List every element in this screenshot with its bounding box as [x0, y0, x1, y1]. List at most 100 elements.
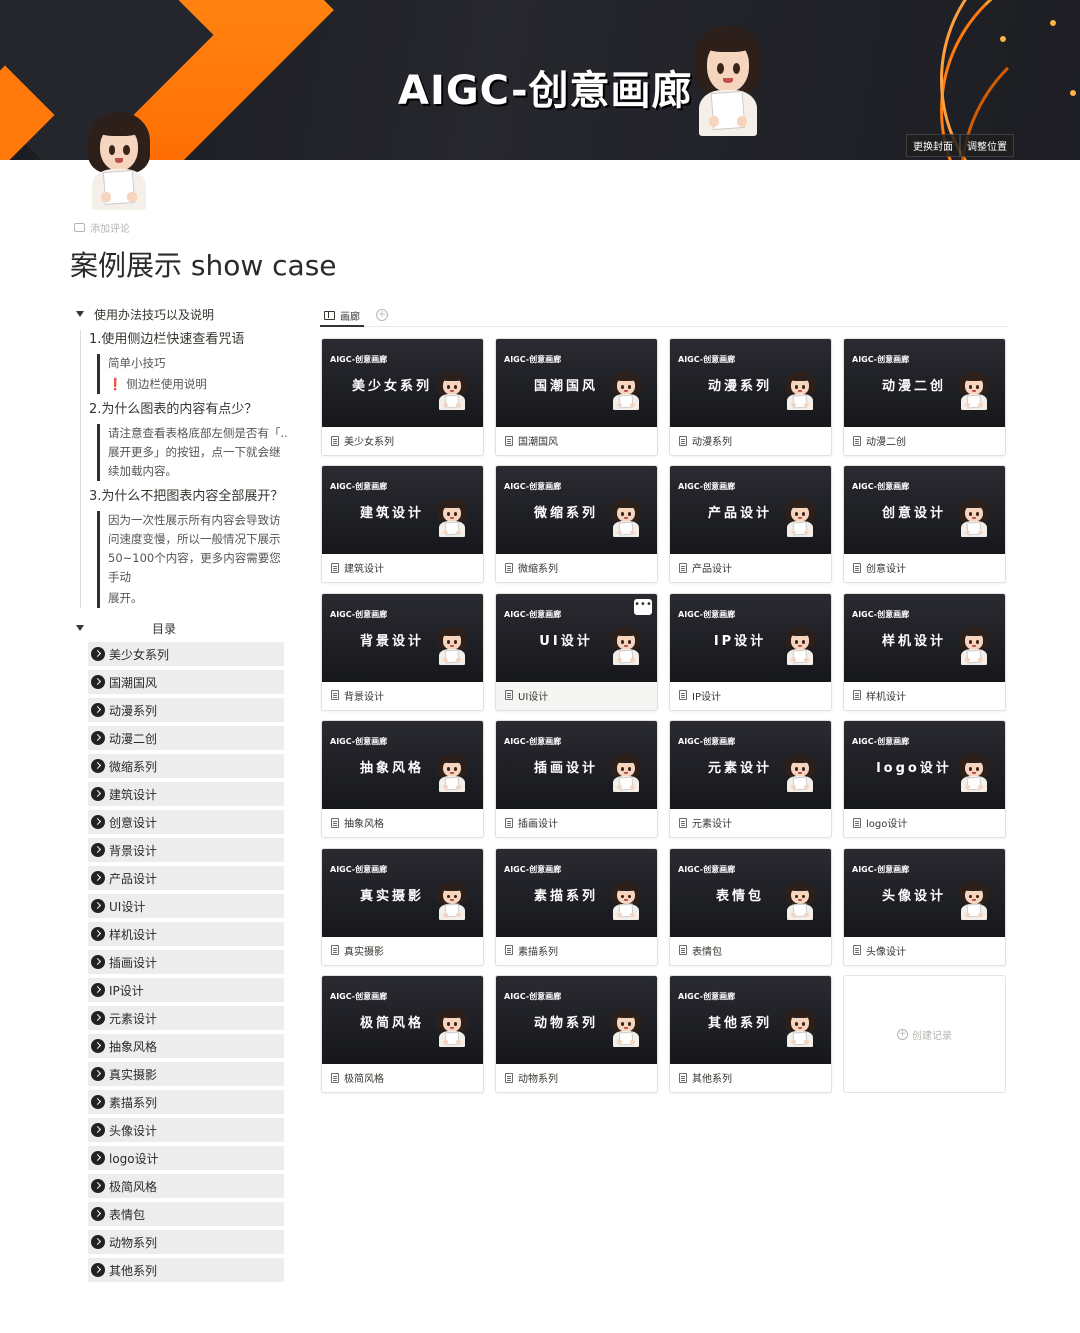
toc-item[interactable]: 元素设计 — [88, 1006, 284, 1030]
gallery-card[interactable]: AIGC-创意画廊 素描系列 素描系列 — [495, 847, 658, 966]
gallery-card[interactable]: AIGC-创意画廊 产品设计 产品设计 — [669, 465, 832, 584]
gallery-card[interactable]: AIGC-创意画廊 创意设计创意设计 — [843, 465, 1006, 584]
card-cover-brand: AIGC-创意画廊 — [330, 864, 388, 874]
card-name: 元素设计 — [692, 819, 732, 831]
gallery-card[interactable]: AIGC-创意画廊 其他系列 其他系列 — [669, 975, 832, 1093]
card-cover-image: AIGC-创意画廊 创意设计 — [844, 466, 1005, 555]
arrow-right-icon — [91, 983, 105, 997]
toc-item[interactable]: 真实摄影 — [88, 1062, 284, 1086]
gallery-card[interactable]: AIGC-创意画廊 国潮国风 国潮国风 — [495, 338, 658, 456]
gallery-card[interactable]: AIGC-创意画廊 插画设计 插画设计 — [495, 720, 658, 839]
sidebar-help-link[interactable]: 侧边栏使用说明 — [126, 377, 207, 391]
card-property: 动漫二创 — [853, 433, 906, 448]
toc-item[interactable]: 背景设计 — [88, 838, 284, 862]
toc-item[interactable]: 创意设计 — [88, 810, 284, 834]
toggle-triangle-icon[interactable] — [76, 311, 84, 317]
toc-item[interactable]: 极简风格 — [88, 1174, 284, 1198]
card-property: 元素设计 — [679, 815, 732, 830]
card-cover-image: AIGC-创意画廊 动漫二创 — [844, 339, 1005, 427]
gallery-card[interactable]: AIGC-创意画廊 IP设计 IP设计 — [669, 592, 832, 711]
toc-toggle[interactable]: 目录 — [70, 614, 290, 642]
arrow-right-icon — [91, 1179, 105, 1193]
gallery-card[interactable]: AIGC-创意画廊 建筑设计 建筑设计 — [321, 465, 484, 584]
tips-toggle[interactable]: 使用办法技巧以及说明 — [70, 300, 290, 328]
gallery-card[interactable]: AIGC-创意画廊 极简风格 极简风格 — [321, 975, 484, 1093]
toc-item-label: 元素设计 — [109, 1011, 158, 1026]
cover-dot — [1070, 90, 1076, 96]
gallery-card[interactable]: AIGC-创意画廊 logo设计 logo设计 — [843, 720, 1006, 839]
gallery-card[interactable]: AIGC-创意画廊 动漫二创动漫二创 — [843, 338, 1006, 456]
toc-item[interactable]: IP设计 — [88, 978, 284, 1002]
toc-item[interactable]: 动漫系列 — [88, 698, 284, 722]
page-icon — [679, 1072, 687, 1083]
toc-item-label: 产品设计 — [109, 871, 158, 886]
add-view-button[interactable]: + — [376, 309, 388, 321]
card-property: 插画设计 — [505, 815, 558, 830]
sidebar: 使用办法技巧以及说明 1.使用侧边栏快速查看咒语 简单小技巧 ❗ 侧边栏使用说明 … — [70, 300, 290, 1286]
arrow-right-icon — [91, 871, 105, 885]
toc-item[interactable]: 头像设计 — [88, 1118, 284, 1142]
toc-item[interactable]: 抽象风格 — [88, 1034, 284, 1058]
toc-item[interactable]: 美少女系列 — [88, 642, 284, 666]
add-comment-button[interactable]: 添加评论 — [74, 220, 130, 235]
toc-item[interactable]: 动漫二创 — [88, 726, 284, 750]
gallery-card[interactable]: AIGC-创意画廊 动漫系列 动漫系列 — [669, 338, 832, 456]
card-property: 美少女系列 — [331, 433, 394, 448]
toc-item[interactable]: 微缩系列 — [88, 754, 284, 778]
gallery-card[interactable]: AIGC-创意画廊 头像设计 头像设计 — [843, 847, 1006, 966]
card-character-illustration — [434, 626, 470, 665]
card-character-illustration — [782, 372, 818, 410]
gallery-card[interactable]: AIGC-创意画廊 UI设计 ••• UI设计 — [495, 592, 658, 711]
page-icon[interactable] — [82, 112, 156, 210]
card-name: 创意设计 — [866, 564, 906, 576]
gallery-card[interactable]: AIGC-创意画廊 动物系列 动物系列 — [495, 975, 658, 1093]
toc-item[interactable]: 国潮国风 — [88, 670, 284, 694]
toc-item[interactable]: 建筑设计 — [88, 782, 284, 806]
gallery-card[interactable]: AIGC-创意画廊 样机设计 样机设计 — [843, 592, 1006, 711]
reposition-cover-button[interactable]: 调整位置 — [960, 134, 1014, 157]
arrow-right-icon — [91, 1039, 105, 1053]
card-cover-brand: AIGC-创意画廊 — [852, 609, 910, 619]
gallery-card[interactable]: AIGC-创意画廊 元素设计 元素设计 — [669, 720, 832, 839]
toc-item[interactable]: UI设计 — [88, 894, 284, 918]
answer-text: 展开。 — [108, 591, 143, 605]
card-cover-image: AIGC-创意画廊 微缩系列 — [496, 466, 657, 555]
new-record-text: 创建记录 — [912, 1030, 952, 1042]
toggle-triangle-icon[interactable] — [76, 625, 84, 631]
tab-gallery[interactable]: 画廊 — [320, 305, 364, 327]
gallery-card[interactable]: AIGC-创意画廊 微缩系列 微缩系列 — [495, 465, 658, 584]
arrow-right-icon — [91, 1151, 105, 1165]
gallery-card[interactable]: AIGC-创意画廊 真实摄影 真实摄影 — [321, 847, 484, 966]
arrow-right-icon — [91, 927, 105, 941]
new-record-button[interactable]: + 创建记录 — [843, 975, 1006, 1093]
card-cover-brand: AIGC-创意画廊 — [504, 482, 562, 492]
tips-toggle-label: 使用办法技巧以及说明 — [94, 307, 215, 322]
toc-item-label: 国潮国风 — [109, 675, 158, 690]
gallery-card[interactable]: AIGC-创意画廊 背景设计 背景设计 — [321, 592, 484, 711]
card-name: 素描系列 — [518, 946, 558, 958]
page-icon — [679, 945, 687, 956]
gallery-card[interactable]: AIGC-创意画廊 表情包 表情包 — [669, 847, 832, 966]
gallery-card[interactable]: AIGC-创意画廊 抽象风格 抽象风格 — [321, 720, 484, 839]
card-cover-brand: AIGC-创意画廊 — [330, 482, 388, 492]
toc-item[interactable]: 表情包 — [88, 1202, 284, 1226]
card-property: 动漫系列 — [679, 433, 732, 448]
card-name: 真实摄影 — [344, 946, 384, 958]
comment-icon — [74, 223, 85, 232]
page-icon — [505, 817, 513, 828]
toc-item[interactable]: 动物系列 — [88, 1230, 284, 1254]
page-icon — [679, 817, 687, 828]
toc-item[interactable]: 素描系列 — [88, 1090, 284, 1114]
toc-item[interactable]: logo设计 — [88, 1146, 284, 1170]
gallery-card[interactable]: AIGC-创意画廊 美少女系列 美少女系列 — [321, 338, 484, 456]
card-cover-image: AIGC-创意画廊 头像设计 — [844, 848, 1005, 937]
toc-item[interactable]: 样机设计 — [88, 922, 284, 946]
card-character-illustration — [782, 499, 818, 538]
card-more-button[interactable]: ••• — [634, 598, 652, 615]
toc-item[interactable]: 其他系列 — [88, 1258, 284, 1282]
plus-icon: + — [897, 1028, 908, 1040]
toc-item[interactable]: 产品设计 — [88, 866, 284, 890]
card-name: 抽象风格 — [344, 819, 384, 831]
change-cover-button[interactable]: 更换封面 — [906, 134, 960, 157]
toc-item[interactable]: 插画设计 — [88, 950, 284, 974]
